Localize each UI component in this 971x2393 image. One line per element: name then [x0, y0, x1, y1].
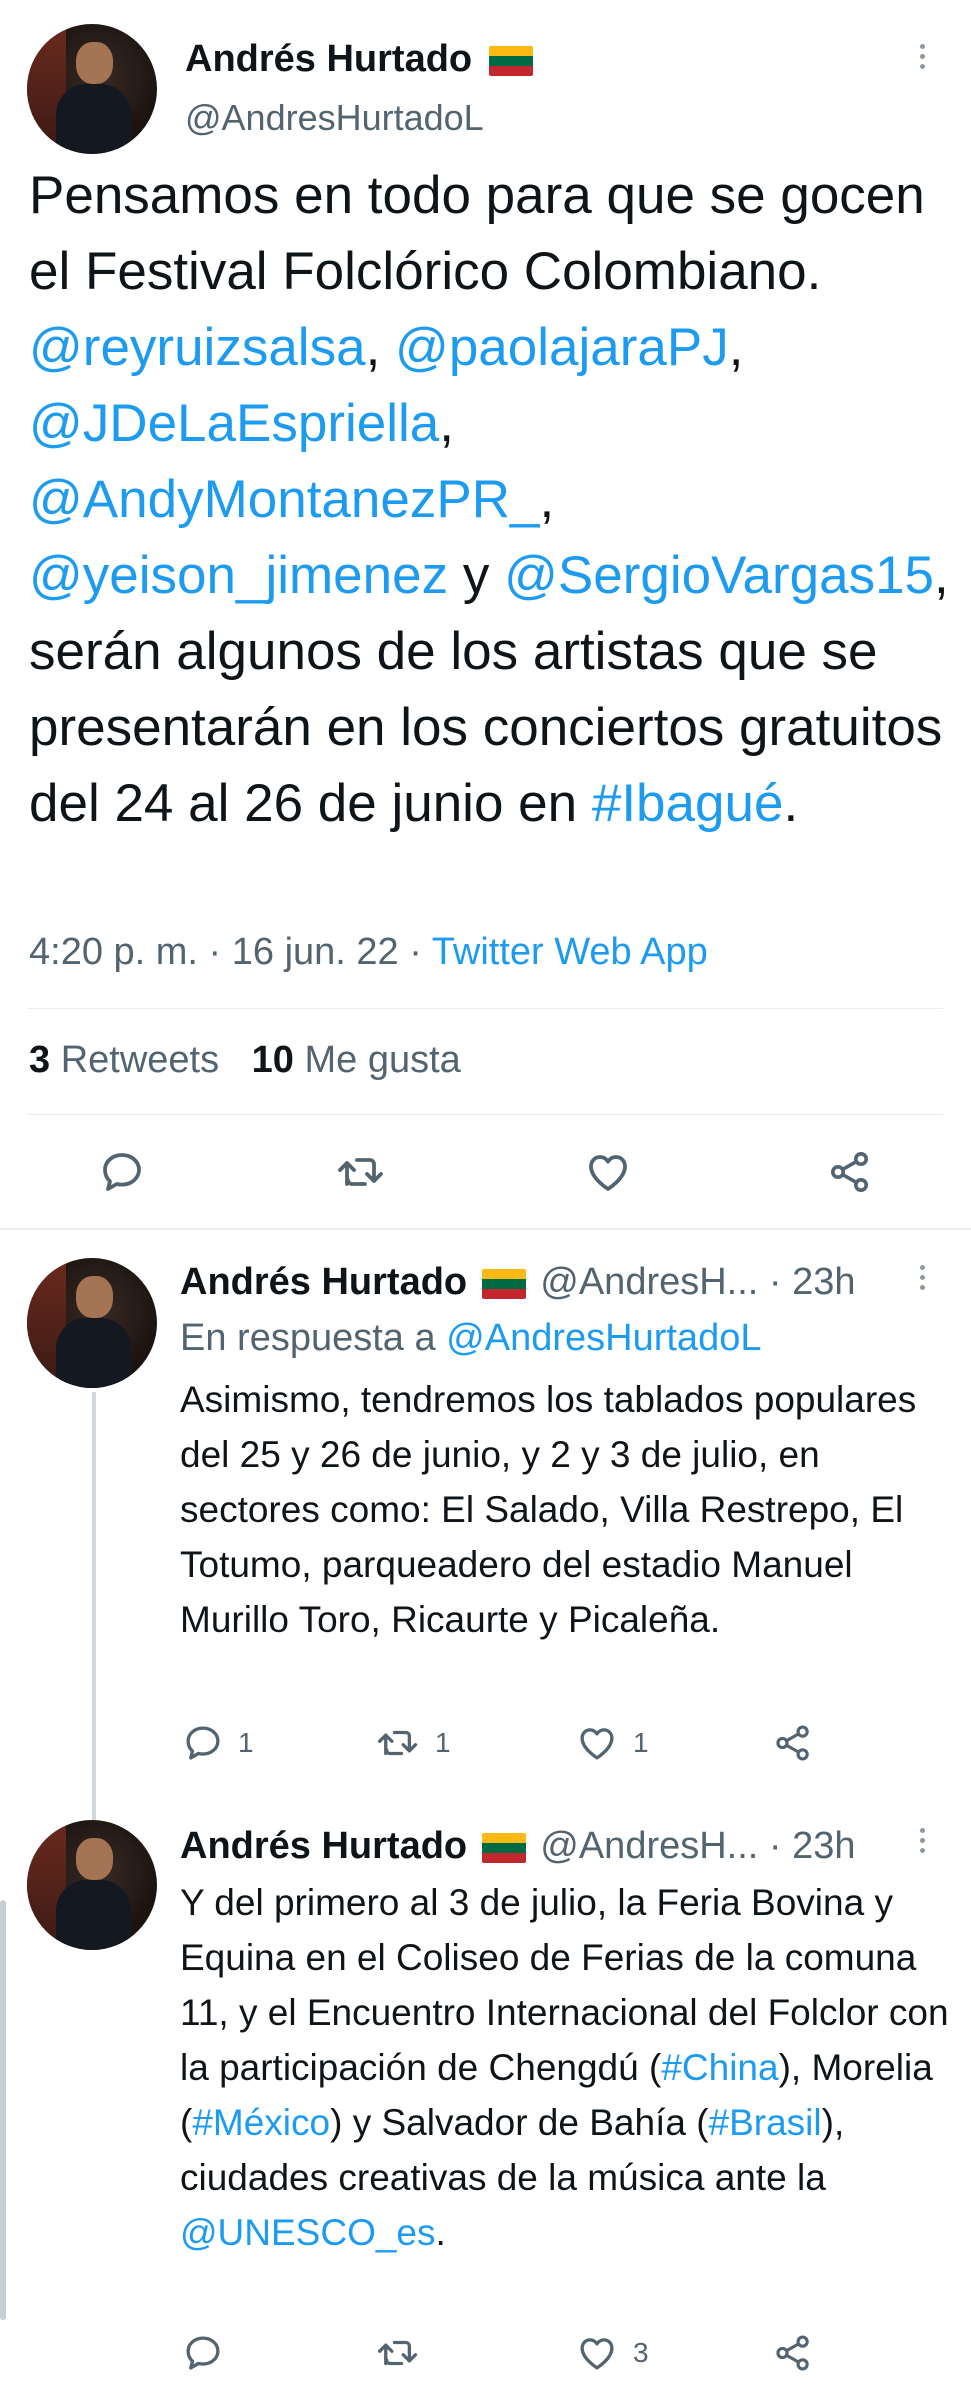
reply-icon [186, 2336, 220, 2370]
tweet-time[interactable]: 23h [792, 1261, 855, 1303]
avatar[interactable] [27, 1258, 157, 1388]
like-button[interactable] [583, 1148, 633, 1196]
reply-icon [103, 1153, 141, 1191]
reply-button[interactable] [98, 1148, 146, 1196]
tweet-link[interactable]: @yeison_jimenez [29, 546, 448, 605]
tweet-time[interactable]: 4:20 p. m. [29, 931, 198, 973]
tweet-link[interactable]: #México [192, 2102, 330, 2143]
divider [28, 1008, 943, 1009]
retweet-icon [377, 1730, 418, 1756]
tweet-text-segment: , [539, 470, 555, 529]
tweet-link[interactable]: @SergioVargas15 [504, 546, 934, 605]
reply-count: 1 [238, 1727, 254, 1758]
like-count: 1 [633, 1727, 649, 1758]
tweet-link[interactable]: @reyruizsalsa [29, 318, 366, 377]
tweet-date[interactable]: 16 jun. 22 [232, 931, 399, 973]
tweet-text-segment: . [783, 774, 799, 833]
in-reply-to: En respuesta a @AndresHurtadoL [180, 1317, 762, 1359]
scrollbar[interactable] [0, 1900, 6, 2320]
tweet-link[interactable]: #China [661, 2047, 778, 2088]
author-name[interactable]: Andrés Hurtado [180, 1825, 467, 1867]
author-handle[interactable]: @AndresHurtadoL [185, 96, 484, 140]
share-button[interactable] [772, 1722, 814, 1764]
tweet-text-segment: y [448, 546, 505, 605]
retweets-stat[interactable]: 3 Retweets [29, 1039, 230, 1081]
lithuania-flag-icon [481, 1832, 526, 1863]
tweet-text: Pensamos en todo para que se gocen el Fe… [29, 158, 949, 842]
more-icon[interactable] [920, 44, 925, 74]
share-icon [776, 1725, 809, 1761]
retweet-icon [377, 2340, 418, 2366]
author-name[interactable]: Andrés Hurtado [180, 1261, 467, 1303]
retweet-icon [338, 1158, 383, 1186]
author-name[interactable]: Andrés Hurtado [185, 38, 472, 80]
thread-line [92, 1392, 96, 1822]
avatar[interactable] [27, 1820, 157, 1950]
heart-icon [589, 1155, 627, 1191]
heart-icon [580, 1728, 614, 1760]
tweet-source[interactable]: Twitter Web App [432, 931, 708, 973]
retweet-button[interactable]: 1 [375, 1722, 451, 1764]
tweet-text-segment: . [435, 2212, 446, 2253]
reply-button[interactable] [182, 2332, 224, 2374]
tweet-link[interactable]: #Ibagué [592, 774, 784, 833]
tweet-text-segment: , [365, 318, 396, 377]
tweet-stats: 3 Retweets 10 Me gusta [29, 1036, 461, 1084]
like-button[interactable]: 3 [575, 2332, 649, 2374]
reply-to-handle[interactable]: @AndresHurtadoL [446, 1317, 761, 1359]
reply-icon [186, 1726, 220, 1760]
tweet-link[interactable]: @paolajaraPJ [395, 318, 729, 377]
tweet-text-segment: , [439, 394, 454, 453]
reply-header: Andrés Hurtado @AndresH... · 23h [180, 1261, 856, 1303]
tweet-text-segment: Pensamos en todo para que se gocen el Fe… [29, 166, 925, 301]
reply-button[interactable]: 1 [182, 1722, 254, 1764]
tweet-link[interactable]: @AndyMontanezPR_ [29, 470, 539, 529]
avatar[interactable] [27, 24, 157, 154]
share-icon [831, 1152, 868, 1192]
retweet-button[interactable] [335, 1148, 387, 1196]
more-icon[interactable] [920, 1828, 925, 1858]
lithuania-flag-icon [488, 45, 533, 76]
like-count: 3 [633, 2337, 649, 2368]
heart-icon [580, 2338, 614, 2370]
share-button[interactable] [772, 2332, 814, 2374]
divider [0, 1228, 971, 1230]
share-button[interactable] [825, 1148, 875, 1196]
tweet-link[interactable]: @JDeLaEspriella [29, 394, 439, 453]
retweet-count: 1 [435, 1727, 451, 1758]
likes-stat[interactable]: 10 Me gusta [252, 1039, 461, 1081]
tweet-text-segment: , [728, 318, 744, 377]
tweet-text-segment: ) y Salvador de Bahía ( [330, 2102, 709, 2143]
reply-header: Andrés Hurtado @AndresH... · 23h [180, 1825, 856, 1867]
lithuania-flag-icon [481, 1268, 526, 1299]
tweet-link[interactable]: #Brasil [709, 2102, 822, 2143]
tweet-time[interactable]: 23h [792, 1825, 855, 1867]
author-handle[interactable]: @AndresH... [540, 1261, 758, 1303]
tweet-link[interactable]: @UNESCO_es [180, 2212, 436, 2253]
more-icon[interactable] [920, 1265, 925, 1295]
divider [28, 1114, 943, 1115]
share-icon [776, 2335, 809, 2371]
retweet-button[interactable] [375, 2332, 421, 2374]
tweet-text: Y del primero al 3 de julio, la Feria Bo… [180, 1875, 950, 2260]
like-button[interactable]: 1 [575, 1722, 649, 1764]
tweet-text: Asimismo, tendremos los tablados popular… [180, 1379, 917, 1640]
tweet-meta: 4:20 p. m. · 16 jun. 22 · Twitter Web Ap… [29, 931, 708, 973]
author-handle[interactable]: @AndresH... [540, 1825, 758, 1867]
